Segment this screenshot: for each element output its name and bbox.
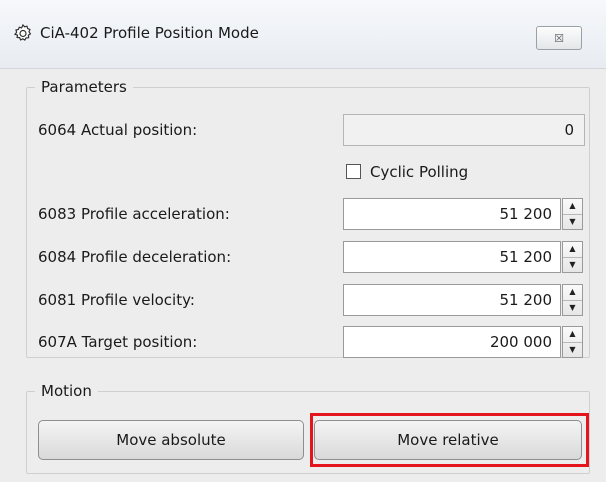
parameters-group-label: Parameters bbox=[35, 78, 133, 96]
profile-position-dialog: CiA-402 Profile Position Mode ☒ Paramete… bbox=[0, 0, 606, 482]
spin-down-icon[interactable]: ▼ bbox=[563, 215, 582, 230]
profile-deceleration-input[interactable]: 51 200 bbox=[343, 241, 561, 273]
target-position-input[interactable]: 200 000 bbox=[343, 326, 561, 358]
gear-icon bbox=[12, 22, 34, 44]
actual-position-label: 6064 Actual position: bbox=[38, 121, 198, 139]
profile-velocity-stepper[interactable]: ▲ ▼ bbox=[562, 284, 583, 316]
target-position-stepper[interactable]: ▲ ▼ bbox=[562, 326, 583, 358]
profile-velocity-label: 6081 Profile velocity: bbox=[38, 291, 195, 309]
profile-deceleration-label: 6084 Profile deceleration: bbox=[38, 248, 232, 266]
profile-acceleration-stepper[interactable]: ▲ ▼ bbox=[562, 198, 583, 230]
actual-position-field: 0 bbox=[343, 114, 585, 146]
spin-down-icon[interactable]: ▼ bbox=[563, 258, 582, 273]
profile-acceleration-input[interactable]: 51 200 bbox=[343, 198, 561, 230]
motion-group-label: Motion bbox=[35, 382, 98, 400]
profile-acceleration-label: 6083 Profile acceleration: bbox=[38, 205, 230, 223]
close-button[interactable]: ☒ bbox=[536, 26, 582, 50]
spin-down-icon[interactable]: ▼ bbox=[563, 301, 582, 316]
cyclic-polling-checkbox[interactable] bbox=[346, 164, 361, 179]
target-position-label: 607A Target position: bbox=[38, 333, 198, 351]
spin-down-icon[interactable]: ▼ bbox=[563, 343, 582, 358]
spin-up-icon[interactable]: ▲ bbox=[563, 285, 582, 301]
spin-up-icon[interactable]: ▲ bbox=[563, 199, 582, 215]
move-relative-highlight bbox=[310, 413, 589, 467]
spin-up-icon[interactable]: ▲ bbox=[563, 327, 582, 343]
profile-velocity-input[interactable]: 51 200 bbox=[343, 284, 561, 316]
cyclic-polling-label[interactable]: Cyclic Polling bbox=[370, 162, 468, 182]
profile-deceleration-stepper[interactable]: ▲ ▼ bbox=[562, 241, 583, 273]
close-icon: ☒ bbox=[554, 31, 564, 45]
move-absolute-button[interactable]: Move absolute bbox=[38, 420, 304, 460]
title-bar: CiA-402 Profile Position Mode ☒ bbox=[0, 0, 606, 69]
window-title: CiA-402 Profile Position Mode bbox=[40, 24, 259, 42]
spin-up-icon[interactable]: ▲ bbox=[563, 242, 582, 258]
